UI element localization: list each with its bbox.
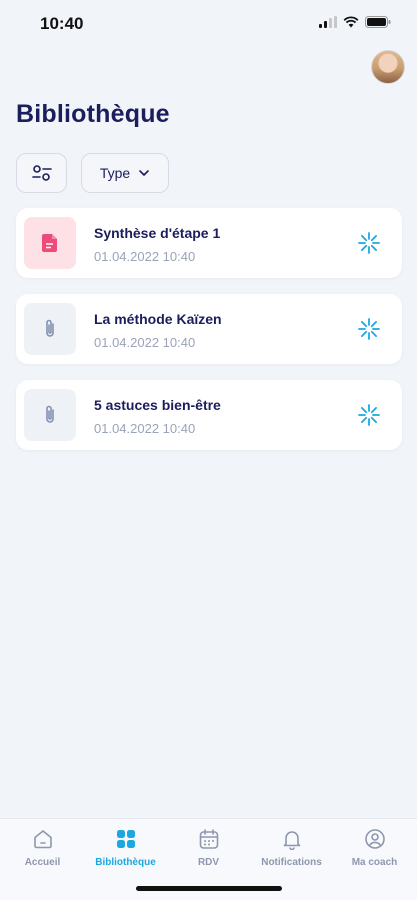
type-dropdown[interactable]: Type — [81, 153, 169, 193]
list-item[interactable]: 5 astuces bien-être 01.04.2022 10:40 — [16, 380, 402, 450]
filter-row: Type — [16, 153, 169, 193]
chevron-down-icon — [139, 170, 149, 176]
document-list: Synthèse d'étape 1 01.04.2022 10:40 La m… — [16, 208, 402, 466]
document-thumb — [24, 303, 76, 355]
tab-notifications[interactable]: Notifications — [250, 827, 333, 868]
battery-icon — [365, 16, 391, 28]
document-title: Synthèse d'étape 1 — [94, 225, 221, 241]
wifi-icon — [343, 16, 359, 28]
loader-icon[interactable] — [358, 318, 380, 340]
status-bar: 10:40 — [0, 0, 417, 48]
loader-icon[interactable] — [358, 404, 380, 426]
tab-ma-coach[interactable]: Ma coach — [333, 827, 416, 868]
document-thumb — [24, 217, 76, 269]
signal-icon — [319, 16, 337, 28]
document-thumb — [24, 389, 76, 441]
sliders-icon — [31, 165, 52, 181]
calendar-icon — [199, 829, 218, 849]
page-title: Bibliothèque — [16, 100, 170, 128]
loader-icon[interactable] — [358, 232, 380, 254]
tab-accueil[interactable]: Accueil — [1, 827, 84, 868]
home-indicator — [136, 886, 282, 891]
document-date: 01.04.2022 10:40 — [94, 421, 196, 436]
tab-label: Bibliothèque — [95, 857, 156, 868]
list-item[interactable]: La méthode Kaïzen 01.04.2022 10:40 — [16, 294, 402, 364]
status-icons — [319, 16, 391, 28]
list-item[interactable]: Synthèse d'étape 1 01.04.2022 10:40 — [16, 208, 402, 278]
profile-avatar[interactable] — [371, 50, 405, 84]
user-circle-icon — [364, 829, 385, 849]
document-title: 5 astuces bien-être — [94, 397, 221, 413]
paperclip-icon — [46, 405, 54, 423]
tab-label: Accueil — [24, 857, 61, 868]
document-icon — [42, 234, 57, 252]
status-time: 10:40 — [40, 14, 84, 33]
tab-rdv[interactable]: RDV — [167, 827, 250, 868]
document-title: La méthode Kaïzen — [94, 311, 222, 327]
type-dropdown-label: Type — [99, 165, 131, 181]
tab-bibliotheque[interactable]: Bibliothèque — [84, 827, 167, 868]
tab-label: Ma coach — [351, 857, 398, 868]
tab-label: Notifications — [261, 857, 322, 868]
bell-icon — [283, 831, 300, 850]
grid-icon — [116, 830, 135, 848]
paperclip-icon — [46, 319, 54, 337]
tab-label: RDV — [197, 857, 220, 868]
document-date: 01.04.2022 10:40 — [94, 335, 196, 350]
home-icon — [33, 830, 52, 849]
filter-settings-button[interactable] — [16, 153, 67, 193]
document-date: 01.04.2022 10:40 — [94, 249, 196, 264]
